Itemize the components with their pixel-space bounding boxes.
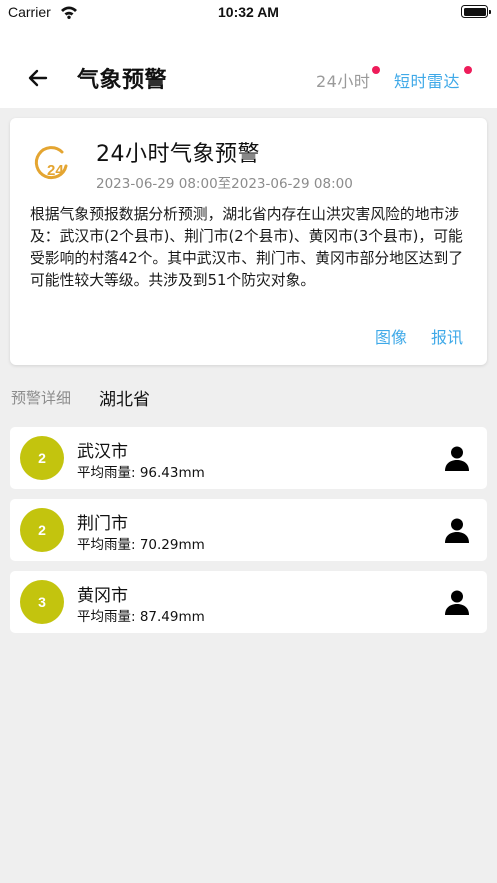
- status-bar: Carrier 10:32 AM: [0, 0, 497, 28]
- icon-text: 24: [47, 162, 64, 179]
- image-link[interactable]: 图像: [375, 324, 407, 348]
- report-link[interactable]: 报讯: [431, 324, 463, 348]
- header: Carrier 10:32 AM 气象预警 24小时 短时雷达: [0, 0, 497, 108]
- back-arrow-icon[interactable]: [22, 62, 54, 94]
- city-name: 黄冈市: [77, 586, 128, 606]
- county-count-badge: 2: [20, 508, 64, 552]
- person-icon[interactable]: [443, 444, 471, 472]
- average-rainfall: 平均雨量: 70.29mm: [77, 537, 205, 553]
- city-name: 荆门市: [77, 514, 128, 534]
- average-rainfall: 平均雨量: 96.43mm: [77, 465, 205, 481]
- detail-label: 预警详细: [11, 389, 72, 407]
- average-rainfall: 平均雨量: 87.49mm: [77, 609, 205, 625]
- city-row[interactable]: 3 黄冈市 平均雨量: 87.49mm: [10, 571, 487, 633]
- warning-time-range: 2023-06-29 08:00至2023-06-29 08:00: [96, 176, 353, 192]
- province-name: 湖北省: [99, 390, 150, 410]
- person-icon[interactable]: [443, 588, 471, 616]
- notification-dot: [464, 66, 472, 74]
- page-title: 气象预警: [77, 68, 168, 93]
- county-count-badge: 2: [20, 436, 64, 480]
- clock: 10:32 AM: [218, 4, 279, 20]
- person-icon[interactable]: [443, 516, 471, 544]
- city-row[interactable]: 2 荆门市 平均雨量: 70.29mm: [10, 499, 487, 561]
- notification-dot: [372, 66, 380, 74]
- warning-card: 24 24小时气象预警 2023-06-29 08:00至2023-06-29 …: [10, 118, 487, 365]
- battery-icon: [461, 5, 491, 18]
- city-row[interactable]: 2 武汉市 平均雨量: 96.43mm: [10, 427, 487, 489]
- tab-short-radar[interactable]: 短时雷达: [394, 68, 460, 92]
- county-count-badge: 3: [20, 580, 64, 624]
- warning-title: 24小时气象预警: [96, 142, 260, 167]
- warning-description: 根据气象预报数据分析预测，湖北省内存在山洪灾害风险的地市涉及：武汉市(2个县市)…: [30, 206, 464, 289]
- tab-24-hour[interactable]: 24小时: [316, 68, 370, 92]
- 24-hour-warning-icon: 24: [32, 142, 72, 182]
- city-name: 武汉市: [77, 442, 128, 462]
